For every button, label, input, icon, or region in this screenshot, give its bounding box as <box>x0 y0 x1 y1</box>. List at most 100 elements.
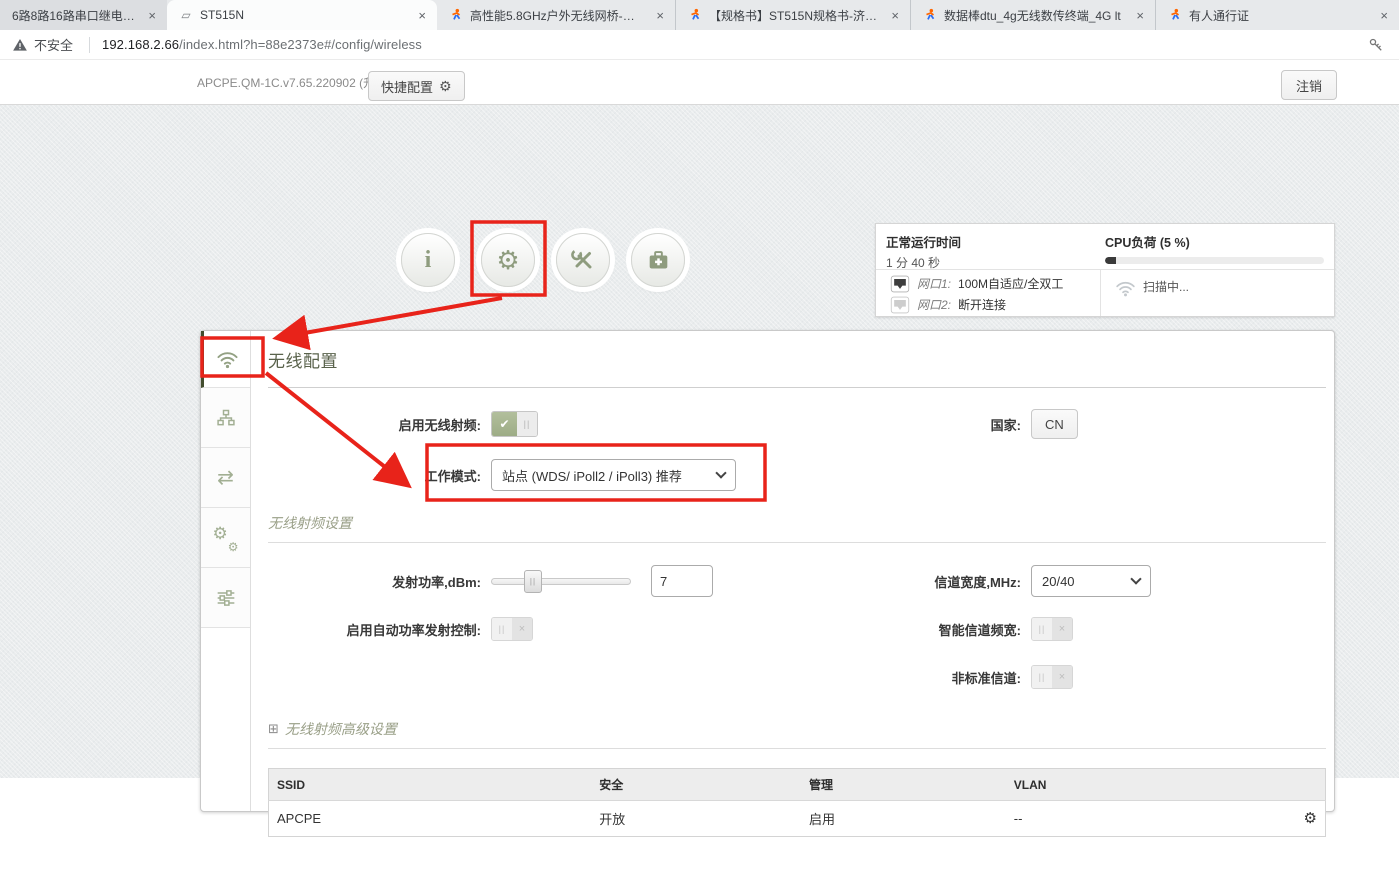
ssid-table: SSID 安全 管理 VLAN APCPE 开放 启用 -- ⚙ <box>268 768 1326 837</box>
url-host: 192.168.2.66 <box>102 37 179 52</box>
warning-icon <box>12 37 28 53</box>
edit-ssid-gear-icon[interactable]: ⚙ <box>1304 810 1317 827</box>
page-title: 无线配置 <box>268 331 1326 388</box>
browser-tab-2[interactable]: ▱ ST515N × <box>167 0 437 30</box>
management-cell: 启用 <box>801 801 1006 837</box>
tab-title: 有人通行证 <box>1189 7 1370 24</box>
operating-mode-select[interactable]: 站点 (WDS/ iPoll2 / iPoll3) 推荐 <box>491 459 736 491</box>
nav-status-button[interactable]: i <box>401 233 455 287</box>
country-value: CN <box>1045 417 1064 432</box>
url-path: /index.html?h=88e2373e#/config/wireless <box>179 37 422 52</box>
tx-power-slider[interactable]: || <box>491 578 631 585</box>
security-cell: 开放 <box>591 801 801 837</box>
cpu-progress-track <box>1105 257 1324 264</box>
eth2-label: 网口2: <box>917 296 951 313</box>
channel-width-select[interactable]: 20/40 <box>1031 565 1151 597</box>
tools-icon <box>571 248 595 272</box>
toggle-bars-icon: || <box>492 618 512 640</box>
browser-tab-4[interactable]: 【规格书】ST515N规格书-济南有 × <box>676 0 911 30</box>
ssid-table-header-row: SSID 安全 管理 VLAN <box>269 769 1326 801</box>
browser-tab-6[interactable]: 有人通行证 × <box>1156 0 1399 30</box>
sidebar-item-network[interactable] <box>201 388 250 448</box>
person-favicon-icon <box>449 8 463 22</box>
sidebar-item-traffic[interactable]: ⇄ <box>201 448 250 508</box>
sidebar-item-services[interactable]: ⚙⚙ <box>201 508 250 568</box>
cpu-load-label: CPU负荷 (5 %) <box>1105 232 1324 251</box>
chevron-down-icon <box>715 467 726 478</box>
divider <box>89 37 90 53</box>
address-bar[interactable]: 不安全 192.168.2.66/index.html?h=88e2373e#/… <box>0 30 1399 60</box>
uptime-label: 正常运行时间 <box>886 232 1091 251</box>
toggle-bars-icon: || <box>1032 618 1052 640</box>
column-header-actions <box>1268 769 1326 801</box>
tab-close-icon[interactable]: × <box>415 8 429 23</box>
app-header: APCPE.QM-1C.v7.65.220902 (升级) 快捷配置 ⚙ 注销 <box>0 60 1399 105</box>
status-summary-panel: 正常运行时间 1 分 40 秒 CPU负荷 (5 %) 网口1: 100M自适应… <box>875 223 1335 317</box>
tab-title: 数据棒dtu_4g无线数传终端_4G lt <box>944 7 1126 24</box>
logout-label: 注销 <box>1296 76 1322 95</box>
radio-settings-section-header: 无线射频设置 <box>268 513 1326 543</box>
person-favicon-icon <box>923 8 937 22</box>
tab-close-icon[interactable]: × <box>1377 8 1391 23</box>
tab-close-icon[interactable]: × <box>888 8 902 23</box>
person-favicon-icon <box>1168 8 1182 22</box>
nav-tools-button[interactable] <box>556 233 610 287</box>
quick-setup-button[interactable]: 快捷配置 ⚙ <box>368 71 465 101</box>
atpc-label: 启用自动功率发射控制: <box>268 620 481 639</box>
vlan-cell: -- <box>1006 801 1268 837</box>
toggle-check-icon: ✔ <box>492 412 517 436</box>
gear-icon: ⚙ <box>439 79 452 93</box>
page-background: i ⚙ 正常运行时间 1 分 40 秒 CPU负荷 (5 %) <box>0 105 1399 778</box>
toggle-cross-icon: × <box>1052 618 1072 640</box>
sliders-icon <box>216 588 236 608</box>
table-row: APCPE 开放 启用 -- ⚙ <box>269 801 1326 837</box>
tab-title: 6路8路16路串口继电器-IO控制器 <box>12 7 138 24</box>
channel-width-label: 信道宽度,MHz: <box>766 572 1021 591</box>
ethernet-port1-icon <box>890 274 910 294</box>
first-aid-kit-icon <box>647 249 670 272</box>
wifi-icon <box>216 348 239 371</box>
browser-tab-1[interactable]: 6路8路16路串口继电器-IO控制器 × <box>0 0 167 30</box>
security-label[interactable]: 不安全 <box>34 35 73 54</box>
enable-radio-label: 启用无线射频: <box>268 415 481 434</box>
wireless-status-text: 扫描中... <box>1143 278 1189 295</box>
nonstandard-channel-toggle[interactable]: || × <box>1031 665 1073 689</box>
tx-power-label: 发射功率,dBm: <box>268 572 481 591</box>
chevron-down-icon <box>1130 573 1141 584</box>
country-label: 国家: <box>766 415 1021 434</box>
advanced-radio-section-header[interactable]: ⊞ 无线射频高级设置 <box>268 719 1326 749</box>
sitemap-icon <box>216 408 236 428</box>
logout-button[interactable]: 注销 <box>1281 70 1337 100</box>
sidebar-item-system[interactable] <box>201 568 250 628</box>
browser-tab-3[interactable]: 高性能5.8GHz户外无线网桥-济南 × <box>437 0 676 30</box>
column-header-security: 安全 <box>591 769 801 801</box>
eth1-label: 网口1: <box>917 275 951 292</box>
operating-mode-label: 工作模式: <box>268 466 481 485</box>
operating-mode-value: 站点 (WDS/ iPoll2 / iPoll3) 推荐 <box>502 466 682 485</box>
ssid-cell: APCPE <box>269 801 592 837</box>
tab-close-icon[interactable]: × <box>145 8 159 23</box>
nav-troubleshoot-button[interactable] <box>631 233 685 287</box>
browser-tab-5[interactable]: 数据棒dtu_4g无线数传终端_4G lt × <box>911 0 1156 30</box>
password-key-icon[interactable] <box>1367 36 1385 54</box>
atpc-toggle[interactable]: || × <box>491 617 533 641</box>
tab-close-icon[interactable]: × <box>1133 8 1147 23</box>
nav-configuration-button[interactable]: ⚙ <box>481 233 535 287</box>
slider-handle[interactable]: || <box>524 570 542 593</box>
expand-icon[interactable]: ⊞ <box>268 721 279 737</box>
column-header-ssid: SSID <box>269 769 592 801</box>
smart-channel-width-toggle[interactable]: || × <box>1031 617 1073 641</box>
url-text[interactable]: 192.168.2.66/index.html?h=88e2373e#/conf… <box>102 37 422 52</box>
toggle-bars-icon: || <box>1032 666 1052 688</box>
toggle-cross-icon: × <box>1052 666 1072 688</box>
column-header-management: 管理 <box>801 769 1006 801</box>
tx-power-input[interactable] <box>651 565 713 597</box>
toggle-bars-icon: || <box>517 412 537 436</box>
enable-radio-toggle[interactable]: ✔ || <box>491 411 538 437</box>
sidebar-item-wireless[interactable] <box>201 331 250 388</box>
tab-title: 【规格书】ST515N规格书-济南有 <box>709 7 881 24</box>
radio-settings-title: 无线射频设置 <box>268 513 352 533</box>
tab-close-icon[interactable]: × <box>653 8 667 23</box>
config-sidebar: ⇄ ⚙⚙ <box>201 331 251 811</box>
country-button[interactable]: CN <box>1031 409 1078 439</box>
